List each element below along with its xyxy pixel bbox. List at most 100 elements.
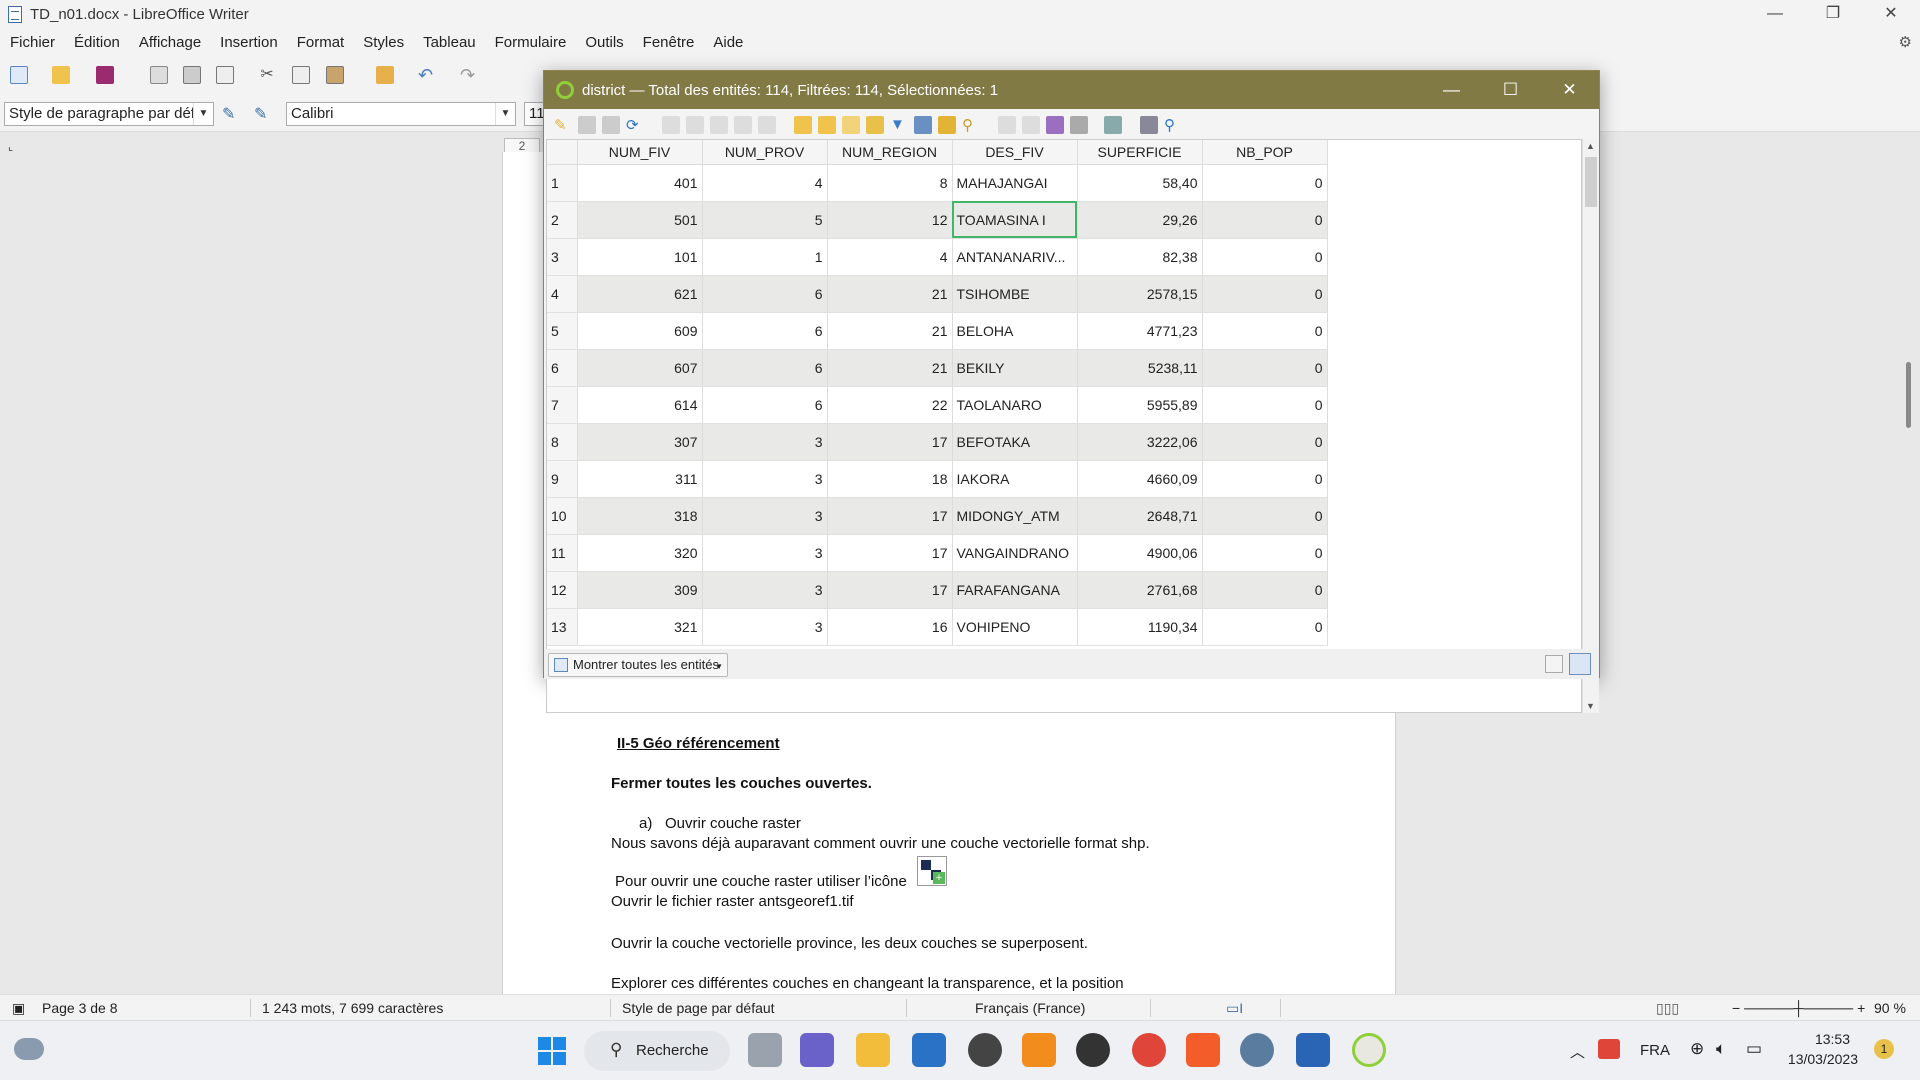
cell-num-prov[interactable]: 3 (702, 571, 828, 609)
zoom-level[interactable]: 90 % (1874, 1000, 1906, 1016)
cell-num-fiv[interactable]: 621 (577, 275, 703, 313)
copy-icon[interactable] (292, 66, 310, 84)
cut-features-icon[interactable] (710, 116, 728, 134)
cell-superficie[interactable]: 2578,15 (1077, 275, 1203, 313)
form-view-icon[interactable] (1545, 655, 1563, 673)
table-row[interactable]: 4 621 6 21 TSIHOMBE 2578,15 0 (547, 275, 1328, 313)
undo-icon[interactable]: ↶ (418, 66, 436, 84)
column-header[interactable]: SUPERFICIE (1077, 140, 1203, 165)
battery-icon[interactable]: ▭ (1746, 1039, 1762, 1059)
field-calculator-icon[interactable] (1046, 116, 1064, 134)
task-view-icon[interactable] (748, 1033, 782, 1067)
cell-superficie[interactable]: 4660,09 (1077, 460, 1203, 498)
qgis-close-button[interactable]: ✕ (1540, 71, 1599, 109)
view-layout-icon[interactable]: ▯▯▯ (1656, 1000, 1679, 1017)
filter-icon[interactable]: ▼ (890, 116, 908, 134)
cell-des-fiv[interactable]: TSIHOMBE (952, 275, 1078, 313)
add-feature-icon[interactable] (662, 116, 680, 134)
menu-outils[interactable]: Outils (585, 34, 623, 51)
row-number[interactable]: 12 (547, 571, 578, 609)
cell-num-region[interactable]: 18 (827, 460, 953, 498)
column-header[interactable]: NUM_FIV (577, 140, 703, 165)
qgis-app-icon[interactable] (1352, 1033, 1386, 1067)
network-icon[interactable]: ⊕ (1690, 1039, 1704, 1059)
zoom-slider[interactable]: − ─────┼───── + (1732, 1000, 1865, 1016)
cell-num-fiv[interactable]: 307 (577, 423, 703, 461)
cell-num-region[interactable]: 21 (827, 349, 953, 387)
file-explorer-icon[interactable] (856, 1033, 890, 1067)
cell-num-prov[interactable]: 3 (702, 497, 828, 535)
weather-icon[interactable] (14, 1038, 44, 1060)
word-count[interactable]: 1 243 mots, 7 699 caractères (262, 1000, 443, 1016)
cell-num-prov[interactable]: 3 (702, 608, 828, 646)
conditional-formatting-icon[interactable] (1070, 116, 1088, 134)
scroll-thumb[interactable] (1585, 157, 1597, 207)
cell-num-region[interactable]: 16 (827, 608, 953, 646)
cell-des-fiv[interactable]: BEKILY (952, 349, 1078, 387)
chevron-up-icon[interactable]: ︿ (1570, 1041, 1585, 1062)
cell-des-fiv[interactable]: IAKORA (952, 460, 1078, 498)
cell-des-fiv[interactable]: FARAFANGANA (952, 571, 1078, 609)
cell-nb-pop[interactable]: 0 (1202, 349, 1328, 387)
table-row[interactable]: 13 321 3 16 VOHIPENO 1190,34 0 (547, 608, 1328, 646)
cell-num-fiv[interactable]: 501 (577, 201, 703, 239)
reload-icon[interactable]: ⟳ (626, 116, 644, 134)
cell-superficie[interactable]: 2761,68 (1077, 571, 1203, 609)
actions-icon[interactable] (1104, 116, 1122, 134)
cell-des-fiv[interactable]: MIDONGY_ATM (952, 497, 1078, 535)
print-preview-icon[interactable] (216, 66, 234, 84)
clone-formatting-icon[interactable] (376, 66, 394, 84)
mail-icon[interactable] (912, 1033, 946, 1067)
language-status[interactable]: Français (France) (975, 1000, 1085, 1016)
column-header[interactable]: NUM_REGION (827, 140, 953, 165)
paste-icon[interactable] (326, 66, 344, 84)
page-style[interactable]: Style de page par défaut (622, 1000, 775, 1016)
table-row[interactable]: 7 614 6 22 TAOLANARO 5955,89 0 (547, 386, 1328, 424)
cut-icon[interactable]: ✂ (258, 66, 276, 84)
sidebar-settings-icon[interactable]: ⚙ (1899, 33, 1912, 51)
zoom-to-selection-icon[interactable]: ⚲ (962, 116, 980, 134)
move-selection-top-icon[interactable] (914, 116, 932, 134)
cell-num-region[interactable]: 21 (827, 275, 953, 313)
cell-superficie[interactable]: 3222,06 (1077, 423, 1203, 461)
table-row[interactable]: 10 318 3 17 MIDONGY_ATM 2648,71 0 (547, 497, 1328, 535)
cell-superficie[interactable]: 5238,11 (1077, 349, 1203, 387)
cell-num-prov[interactable]: 6 (702, 386, 828, 424)
row-number[interactable]: 8 (547, 423, 578, 461)
cell-num-prov[interactable]: 3 (702, 460, 828, 498)
input-language[interactable]: FRA (1640, 1042, 1670, 1059)
minimize-button[interactable]: — (1746, 0, 1804, 28)
attribute-table[interactable]: NUM_FIV NUM_PROV NUM_REGION DES_FIV SUPE… (546, 139, 1582, 713)
table-row[interactable]: 2 501 5 12 TOAMASINA I 29,26 0 (547, 201, 1328, 239)
cell-num-prov[interactable]: 1 (702, 238, 828, 276)
clock-time[interactable]: 13:53 (1796, 1031, 1850, 1047)
cell-superficie[interactable]: 2648,71 (1077, 497, 1203, 535)
cell-num-prov[interactable]: 6 (702, 349, 828, 387)
player-icon[interactable] (1076, 1033, 1110, 1067)
cell-num-fiv[interactable]: 320 (577, 534, 703, 572)
cell-num-region[interactable]: 12 (827, 201, 953, 239)
cell-superficie[interactable]: 29,26 (1077, 201, 1203, 239)
page-count[interactable]: Page 3 de 8 (42, 1000, 118, 1016)
table-row[interactable]: 5 609 6 21 BELOHA 4771,23 0 (547, 312, 1328, 350)
row-number[interactable]: 6 (547, 349, 578, 387)
cell-des-fiv[interactable]: TOAMASINA I (952, 201, 1078, 239)
cell-nb-pop[interactable]: 0 (1202, 571, 1328, 609)
cell-num-fiv[interactable]: 318 (577, 497, 703, 535)
column-header[interactable]: DES_FIV (952, 140, 1078, 165)
row-number[interactable]: 7 (547, 386, 578, 424)
row-number[interactable]: 13 (547, 608, 578, 646)
select-all-icon[interactable] (818, 116, 836, 134)
font-name-combo[interactable]: Calibri ▼ (286, 102, 516, 126)
cell-nb-pop[interactable]: 0 (1202, 201, 1328, 239)
cell-num-region[interactable]: 17 (827, 423, 953, 461)
notification-badge[interactable]: 1 (1874, 1039, 1894, 1059)
cell-nb-pop[interactable]: 0 (1202, 423, 1328, 461)
paragraph-style-combo[interactable]: Style de paragraphe par déf ▼ (4, 102, 214, 126)
update-style-icon[interactable]: ✎ (222, 104, 240, 123)
menu-format[interactable]: Format (297, 34, 345, 51)
close-button[interactable]: ✕ (1862, 0, 1920, 28)
select-by-expression-icon[interactable] (794, 116, 812, 134)
cell-num-region[interactable]: 8 (827, 164, 953, 202)
row-number[interactable]: 1 (547, 164, 578, 202)
